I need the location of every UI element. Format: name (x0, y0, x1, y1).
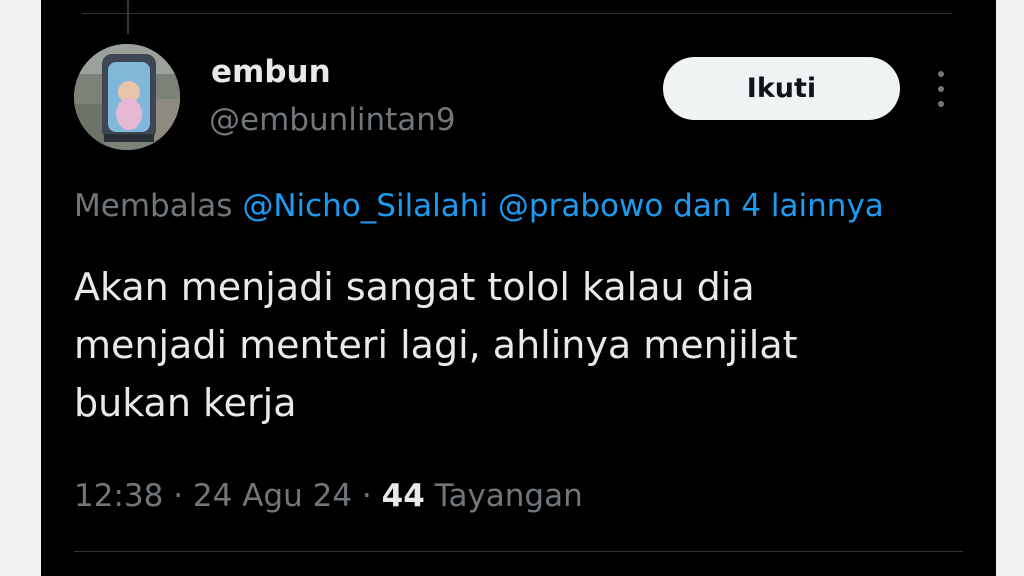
avatar[interactable] (74, 44, 180, 150)
bottom-divider (74, 551, 963, 552)
views-count: 44 (381, 478, 425, 514)
left-margin (0, 0, 41, 576)
reply-connector[interactable]: dan (673, 188, 731, 224)
author-handle[interactable]: @embunlintan9 (209, 100, 456, 140)
follow-button[interactable]: Ikuti (663, 57, 900, 120)
more-options-button[interactable] (927, 68, 955, 110)
right-margin (996, 0, 1024, 576)
tweet-meta: 12:38 · 24 Agu 24 · 44 Tayangan (74, 474, 583, 518)
author-display-name[interactable]: embun (211, 52, 331, 92)
avatar-photo-icon (74, 44, 180, 150)
thread-connector-line (127, 0, 129, 34)
tweet-time[interactable]: 12:38 (74, 478, 163, 514)
reply-prefix: Membalas (74, 188, 233, 224)
mention-link-2[interactable]: @prabowo (498, 188, 663, 224)
others-link[interactable]: 4 lainnya (741, 188, 883, 224)
meta-separator: · (361, 478, 372, 514)
tweet-text-line: menjadi menteri lagi, ahlinya menjilat (74, 323, 798, 367)
meta-separator: · (173, 478, 184, 514)
reply-context: Membalas @Nicho_Silalahi @prabowo dan 4 … (74, 185, 996, 227)
tweet-text-line: bukan kerja (74, 381, 297, 425)
tweet-text: Akan menjadi sangat tolol kalau dia menj… (74, 258, 954, 432)
mention-link-1[interactable]: @Nicho_Silalahi (242, 188, 488, 224)
views-label: Tayangan (434, 478, 583, 514)
tweet-card[interactable]: embun @embunlintan9 Ikuti Membalas @Nich… (41, 0, 996, 576)
top-divider (82, 13, 952, 14)
tweet-text-line: Akan menjadi sangat tolol kalau dia (74, 265, 755, 309)
tweet-date[interactable]: 24 Agu 24 (193, 478, 352, 514)
